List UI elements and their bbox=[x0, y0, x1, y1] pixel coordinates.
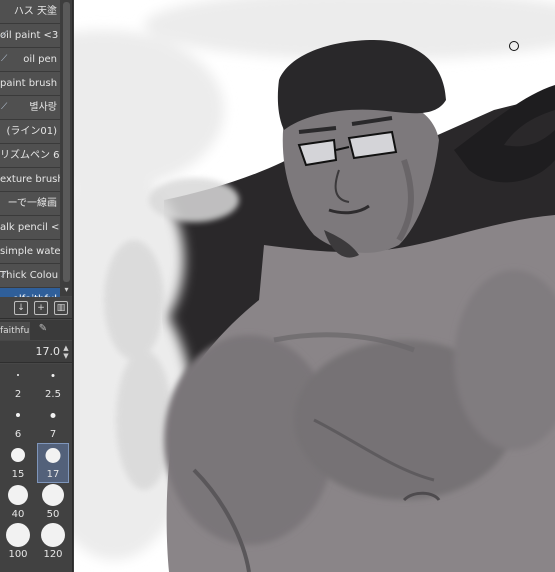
brush-item[interactable]: ⟋ oil paint <3 bbox=[0, 24, 60, 48]
brush-size-value[interactable]: 17.0 bbox=[36, 345, 61, 358]
brush-size-cell[interactable]: 6 bbox=[3, 404, 33, 442]
brush-list-toolbar: ↓ + ▥ bbox=[0, 297, 72, 319]
brush-size-cell[interactable]: 17 bbox=[37, 443, 69, 483]
brush-size-dot bbox=[17, 374, 19, 376]
brush-item[interactable]: ハス 天塗 bbox=[0, 0, 60, 24]
trash-icon[interactable]: ▥ bbox=[54, 301, 68, 315]
brush-size-label: 100 bbox=[8, 549, 28, 560]
brush-item[interactable]: exture brush bbox=[0, 168, 60, 192]
brush-size-dot bbox=[45, 447, 61, 463]
brush-size-label: 2.5 bbox=[45, 389, 61, 400]
brush-size-cell[interactable]: 120 bbox=[38, 523, 68, 562]
brush-item[interactable]: paint brush bbox=[0, 72, 60, 96]
brush-stroke-icon: ⟋ bbox=[1, 30, 8, 40]
sub-tool-detail-tabs: faithful ✎ bbox=[0, 320, 72, 340]
brush-size-label: 7 bbox=[49, 429, 57, 440]
tab-sub-tool[interactable]: faithful bbox=[0, 322, 30, 340]
brush-size-cell[interactable]: 2.5 bbox=[38, 364, 68, 402]
brush-size-label: 6 bbox=[14, 429, 22, 440]
brush-item[interactable]: ⟋ oil pen bbox=[0, 48, 60, 72]
brush-stroke-icon: ⟋ bbox=[1, 270, 8, 280]
brush-size-dot bbox=[11, 448, 25, 462]
brush-size-dot bbox=[50, 412, 56, 418]
brush-stroke-icon: ⟋ bbox=[1, 102, 8, 112]
brush-size-dot bbox=[42, 484, 64, 506]
chevron-down-icon[interactable]: ▾ bbox=[62, 285, 71, 294]
brush-size-palette: 2 2.5 6 7 15 17 40 50 100 120 bbox=[0, 364, 72, 572]
brush-item[interactable]: リズムペン 6 bbox=[0, 144, 60, 168]
wrench-icon[interactable]: ✎ bbox=[36, 323, 50, 337]
brush-item-label: exture brush bbox=[0, 174, 60, 185]
brush-list: ハス 天塗 ⟋ oil paint <3 ⟋ oil pen paint brush ⟋ 별사… bbox=[0, 0, 60, 312]
brush-item[interactable]: (ライン01) bbox=[0, 120, 60, 144]
brush-size-cell[interactable]: 15 bbox=[3, 444, 33, 482]
brush-size-cell[interactable]: 50 bbox=[38, 484, 68, 522]
brush-item-label: (ライン01) bbox=[6, 126, 57, 137]
brush-size-cell[interactable]: 7 bbox=[38, 404, 68, 442]
brush-size-dot bbox=[8, 485, 28, 505]
brush-size-row[interactable]: 17.0 ▲ ▼ bbox=[0, 341, 72, 363]
brush-size-cell[interactable]: 100 bbox=[3, 523, 33, 562]
brush-item-label: simple water bbox=[0, 246, 60, 257]
brush-size-label: 15 bbox=[11, 469, 25, 480]
brush-item-label: oil pen bbox=[23, 54, 57, 65]
scrollbar-thumb[interactable] bbox=[63, 2, 70, 282]
brush-size-cell[interactable]: 2 bbox=[3, 364, 33, 402]
brush-item-label: ハス 天塗 bbox=[13, 6, 57, 17]
brush-size-label: 17 bbox=[46, 469, 60, 480]
folder-icon[interactable]: ↓ bbox=[14, 301, 28, 315]
drawing-canvas[interactable] bbox=[74, 0, 555, 572]
brush-item[interactable]: ⟋ 별사랑 bbox=[0, 96, 60, 120]
brush-size-label: 2 bbox=[14, 389, 22, 400]
duplicate-icon[interactable]: + bbox=[34, 301, 48, 315]
brush-size-label: 50 bbox=[46, 509, 60, 520]
brush-item-label: ーで一線画 bbox=[7, 198, 57, 209]
brush-item-label: paint brush bbox=[0, 78, 58, 89]
brush-item[interactable]: ⟋ Thick Colou bbox=[0, 264, 60, 288]
brush-size-label: 40 bbox=[11, 509, 25, 520]
brush-item[interactable]: alk pencil <3 bbox=[0, 216, 60, 240]
brush-size-dot bbox=[6, 523, 30, 547]
brush-list-scrollbar[interactable]: ▾ bbox=[60, 0, 72, 296]
brush-size-dot bbox=[41, 523, 65, 547]
brush-item-label: 별사랑 bbox=[29, 102, 57, 113]
brush-size-dot bbox=[16, 413, 20, 417]
brush-size-label: 120 bbox=[43, 549, 63, 560]
brush-item[interactable]: simple water bbox=[0, 240, 60, 264]
brush-item-label: リズムペン 6 bbox=[0, 150, 60, 161]
brush-item[interactable]: ーで一線画 bbox=[0, 192, 60, 216]
brush-panel: ハス 天塗 ⟋ oil paint <3 ⟋ oil pen paint brush ⟋ 별사… bbox=[0, 0, 73, 572]
spin-arrows-icon[interactable]: ▲ ▼ bbox=[61, 344, 71, 360]
brush-stroke-icon: ⟋ bbox=[1, 54, 8, 64]
brush-size-dot bbox=[51, 373, 55, 377]
brush-size-cell[interactable]: 40 bbox=[3, 484, 33, 522]
brush-item-label: alk pencil <3 bbox=[0, 222, 60, 233]
